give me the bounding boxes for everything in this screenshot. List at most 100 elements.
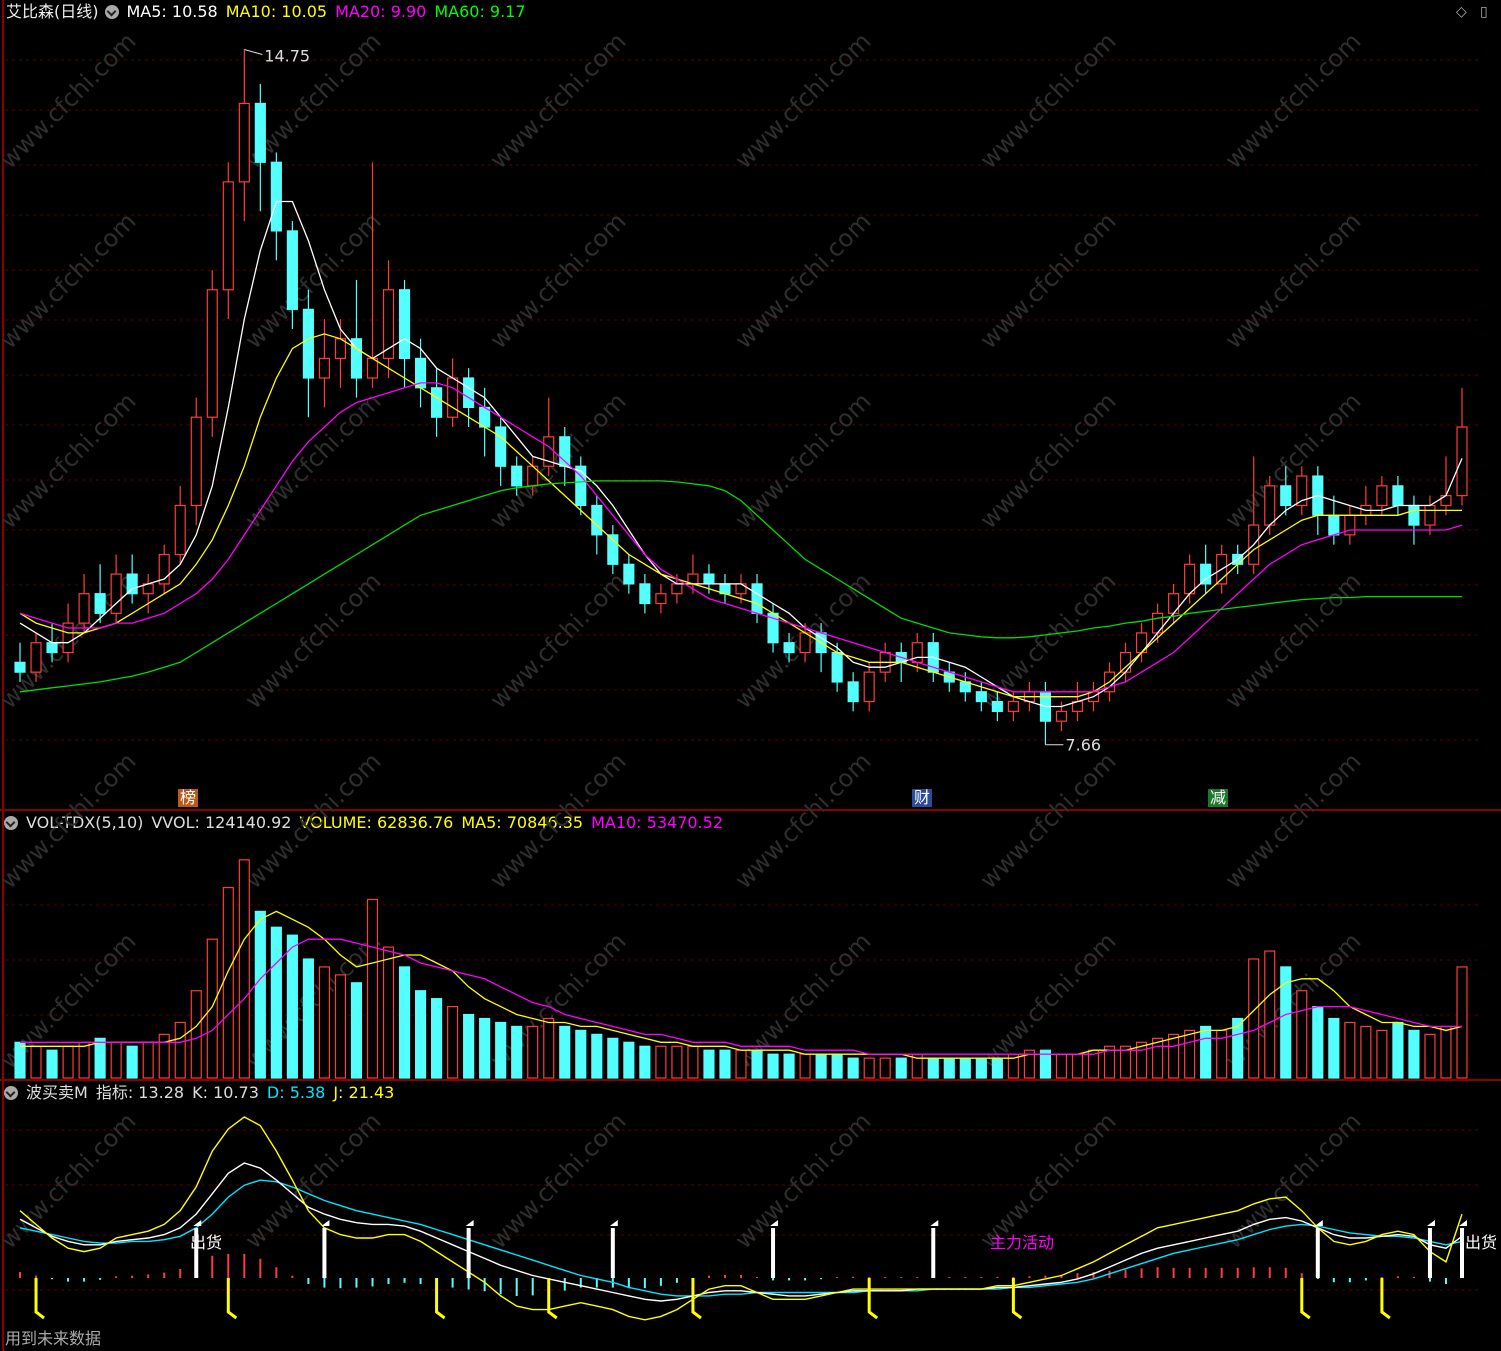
buy-signal-bar: [691, 1278, 702, 1320]
volume-bar: [799, 1053, 811, 1079]
marker-bang[interactable]: 榜: [178, 789, 199, 807]
candle-body: [14, 661, 26, 673]
candle-body: [1119, 651, 1132, 673]
volume-bar: [991, 1057, 1003, 1079]
volume-bar: [431, 998, 443, 1079]
ma-line-ma5: [19, 200, 1463, 708]
volume-bar: [959, 1057, 971, 1079]
volume-bar: [671, 1045, 683, 1079]
volume-bar: [463, 1013, 475, 1079]
watermark-text: www.cfchi.com: [729, 207, 876, 354]
candle-body: [174, 504, 186, 556]
volume-bar: [398, 966, 411, 1079]
buy-signal-bar: [435, 1278, 446, 1320]
watermark-text: www.cfchi.com: [1219, 747, 1366, 894]
candle-body: [831, 651, 843, 683]
signal-sell-2: 出货: [1465, 1233, 1498, 1252]
candle-body: [1280, 485, 1292, 507]
volume-bar: [302, 958, 314, 1079]
candle-body: [398, 289, 411, 359]
candle-body: [511, 465, 523, 487]
volume-bar: [623, 1041, 635, 1079]
volume-bar: [1264, 950, 1276, 1079]
candle-body: [591, 504, 603, 536]
buy-signal-bar: [547, 1278, 558, 1320]
volume-bar: [414, 990, 427, 1079]
watermark-text: www.cfchi.com: [729, 747, 876, 894]
candle-body: [783, 642, 795, 654]
sell-signal-bar: [322, 1228, 327, 1278]
volume-bar: [174, 1021, 186, 1079]
volume-bar: [1408, 1029, 1420, 1079]
watermark-text: www.cfchi.com: [239, 567, 386, 714]
candle-body: [655, 593, 667, 605]
volume-bar: [527, 1025, 539, 1079]
marker-cai[interactable]: 财: [912, 789, 933, 807]
buy-signal-bar: [34, 1278, 45, 1320]
volume-bar: [110, 1041, 122, 1079]
volume-bar: [270, 926, 282, 1079]
volume-bar: [78, 1041, 90, 1079]
volume-bar: [863, 1057, 875, 1079]
volume-bar: [126, 1045, 138, 1079]
watermark-text: www.cfchi.com: [1219, 27, 1366, 174]
volume-bar: [1071, 1053, 1084, 1079]
volume-bar: [655, 1045, 667, 1079]
volume-bar: [751, 1049, 763, 1079]
volume-bar: [1344, 1021, 1356, 1079]
candle-body: [1392, 485, 1404, 507]
high-price-label: 14.75: [264, 47, 310, 66]
volume-bar: [895, 1057, 907, 1079]
volume-bar: [318, 966, 330, 1079]
watermark-text: www.cfchi.com: [484, 207, 631, 354]
candle-body: [431, 387, 443, 418]
sell-signal-flag: [465, 1220, 474, 1226]
volume-bar: [286, 934, 298, 1079]
watermark-text: www.cfchi.com: [974, 747, 1121, 894]
candle-body: [190, 416, 202, 507]
candle-body: [623, 563, 635, 585]
volume-bar: [382, 946, 395, 1079]
candle-body: [751, 583, 763, 614]
high-pointer: [244, 49, 263, 55]
volume-bar: [735, 1049, 747, 1079]
footer-note: 用到未来数据: [5, 1329, 102, 1348]
volume-bar: [575, 1029, 587, 1079]
stock-chart[interactable]: www.cfchi.com www.cfchi.com www.cfchi.com w…: [0, 0, 1501, 1351]
marker-jian[interactable]: 减: [1208, 789, 1229, 807]
volume-bar: [591, 1033, 603, 1079]
watermark-text: www.cfchi.com: [484, 387, 631, 534]
candle-body: [1007, 700, 1019, 712]
candle-body: [495, 426, 507, 467]
volume-bar: [1296, 990, 1308, 1079]
watermark-text: www.cfchi.com: [484, 747, 631, 894]
candle-body: [222, 181, 234, 291]
sell-signal-bar: [771, 1228, 776, 1278]
signal-sell-1: 出货: [190, 1233, 223, 1252]
candle-body: [1200, 563, 1212, 585]
volume-bar: [1424, 1033, 1436, 1079]
volume-bar: [1456, 966, 1468, 1079]
volume-bar: [447, 1005, 459, 1079]
watermark-text: www.cfchi.com: [729, 27, 876, 174]
volume-bar: [879, 1057, 891, 1079]
candle-body: [447, 377, 459, 418]
volume-bar: [719, 1049, 731, 1079]
volume-bar: [639, 1045, 651, 1079]
candle-body: [1055, 710, 1068, 722]
volume-bar: [366, 898, 379, 1079]
volume-bar: [1312, 1005, 1324, 1079]
volume-bar: [254, 910, 266, 1079]
candle-body: [302, 308, 314, 379]
sell-signal-bar: [1460, 1228, 1464, 1278]
ma-line-ma20: [19, 382, 1463, 693]
candle-body: [318, 357, 330, 379]
volume-bar: [222, 886, 234, 1079]
volume-bar: [238, 859, 250, 1079]
candle-body: [1328, 514, 1340, 536]
volume-bar: [1360, 1025, 1372, 1079]
sell-signal-bar: [1427, 1228, 1432, 1278]
watermark-text: www.cfchi.com: [484, 27, 631, 174]
watermark-text: www.cfchi.com: [0, 747, 141, 894]
candle-body: [286, 230, 298, 310]
